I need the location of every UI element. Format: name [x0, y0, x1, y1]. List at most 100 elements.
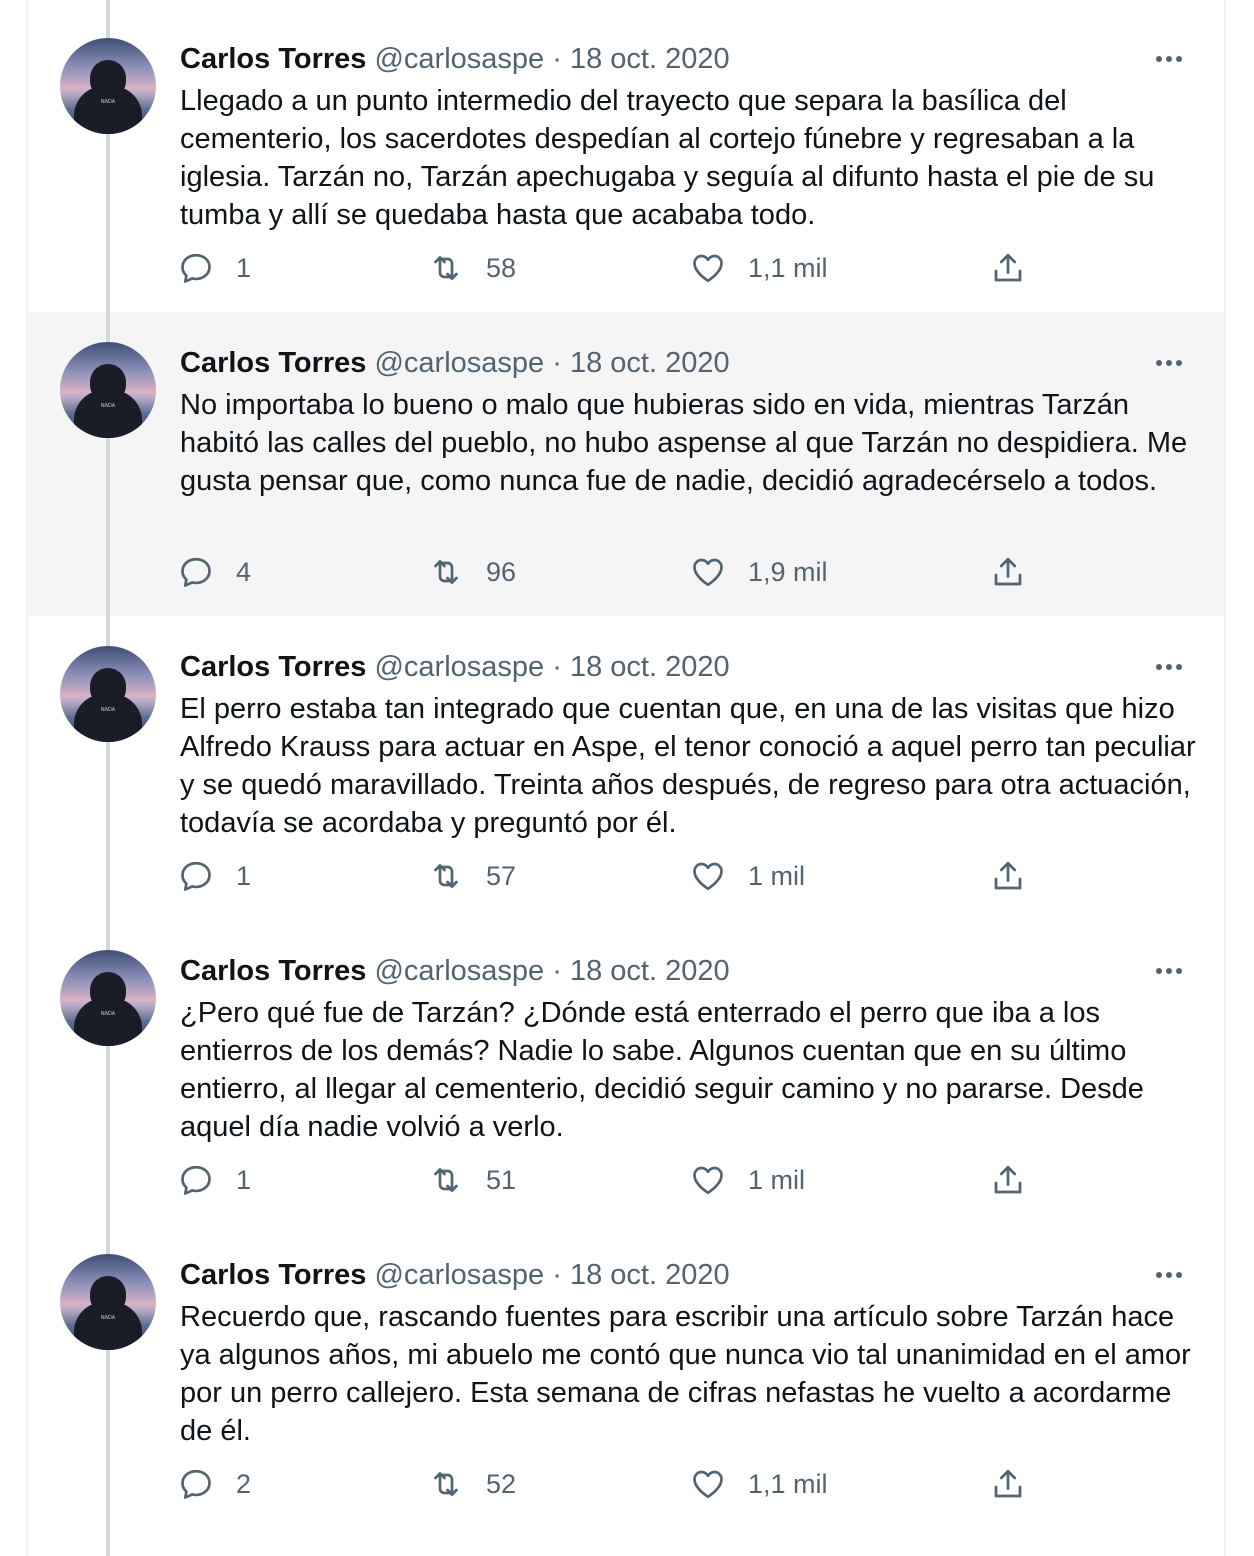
share-button[interactable] — [990, 552, 1026, 592]
reply-count: 2 — [236, 1468, 252, 1499]
thread-connector — [106, 134, 110, 342]
reply-icon — [181, 253, 211, 283]
like-count: 1 mil — [748, 1164, 806, 1195]
author-name[interactable]: Carlos Torres — [180, 955, 366, 987]
retweet-icon — [434, 1168, 458, 1192]
avatar[interactable]: NADA — [60, 342, 156, 438]
heart-icon — [693, 862, 723, 891]
thread-connector — [106, 438, 110, 646]
share-button[interactable] — [990, 1160, 1026, 1200]
thread-connector — [106, 1350, 110, 1556]
avatar[interactable]: NADA — [60, 950, 156, 1046]
retweet-button[interactable]: 52 — [428, 1464, 516, 1504]
tweet-date[interactable]: 18 oct. 2020 — [570, 1259, 730, 1291]
tweet-header: Carlos Torres @carlosaspe · 18 oct. 2020 — [180, 648, 730, 686]
thread-connector — [106, 1046, 110, 1254]
share-button[interactable] — [990, 248, 1026, 288]
timeline-border-right — [1224, 0, 1226, 1556]
author-name[interactable]: Carlos Torres — [180, 651, 366, 683]
avatar[interactable]: NADA — [60, 646, 156, 742]
share-icon — [994, 253, 1022, 282]
retweet-button[interactable]: 57 — [428, 856, 516, 896]
more-icon[interactable] — [1152, 346, 1186, 380]
like-count: 1,9 mil — [748, 556, 828, 587]
like-button[interactable]: 1,1 mil — [690, 248, 828, 288]
tweet[interactable]: NADA Carlos Torres @carlosaspe · 18 oct.… — [28, 1224, 1224, 1528]
more-icon[interactable] — [1152, 650, 1186, 684]
tweet-header: Carlos Torres @carlosaspe · 18 oct. 2020 — [180, 40, 730, 78]
heart-icon — [693, 558, 723, 587]
reply-button[interactable]: 4 — [178, 552, 251, 592]
like-button[interactable]: 1,1 mil — [690, 1464, 828, 1504]
heart-icon — [693, 254, 723, 283]
tweet-date[interactable]: 18 oct. 2020 — [570, 347, 730, 379]
thread-connector — [106, 742, 110, 950]
separator: · — [552, 1259, 562, 1291]
like-count: 1,1 mil — [748, 1468, 828, 1499]
retweet-icon — [434, 1472, 458, 1496]
share-icon — [994, 557, 1022, 586]
share-icon — [994, 861, 1022, 890]
tweet-text: ¿Pero qué fue de Tarzán? ¿Dónde está ent… — [180, 997, 1144, 1143]
tweet-text: Llegado a un punto intermedio del trayec… — [180, 85, 1155, 231]
like-button[interactable]: 1,9 mil — [690, 552, 828, 592]
more-icon[interactable] — [1152, 42, 1186, 76]
like-count: 1,1 mil — [748, 252, 828, 283]
more-icon[interactable] — [1152, 1258, 1186, 1292]
retweet-count: 52 — [486, 1468, 517, 1499]
share-button[interactable] — [990, 856, 1026, 896]
tweet[interactable]: NADA Carlos Torres @carlosaspe · 18 oct.… — [28, 920, 1224, 1224]
share-button[interactable] — [990, 1464, 1026, 1504]
reply-icon — [181, 557, 211, 587]
tweet-actions: 2 52 1,1 mil — [178, 1464, 1178, 1504]
separator: · — [552, 43, 562, 75]
separator: · — [552, 955, 562, 987]
author-handle[interactable]: @carlosaspe — [374, 347, 544, 379]
reply-button[interactable]: 1 — [178, 1160, 251, 1200]
tweet-text: Recuerdo que, rascando fuentes para escr… — [180, 1301, 1191, 1447]
reply-button[interactable]: 2 — [178, 1464, 251, 1504]
heart-icon — [693, 1470, 723, 1499]
author-handle[interactable]: @carlosaspe — [374, 1259, 544, 1291]
tweet-text: No importaba lo bueno o malo que hubiera… — [180, 389, 1188, 497]
like-count: 1 mil — [748, 860, 806, 891]
like-button[interactable]: 1 mil — [690, 1160, 805, 1200]
reply-count: 1 — [236, 252, 252, 283]
tweet[interactable]: NADA Carlos Torres @carlosaspe · 18 oct.… — [28, 8, 1224, 312]
author-handle[interactable]: @carlosaspe — [374, 651, 544, 683]
author-handle[interactable]: @carlosaspe — [374, 43, 544, 75]
like-button[interactable]: 1 mil — [690, 856, 805, 896]
tweet-date[interactable]: 18 oct. 2020 — [570, 955, 730, 987]
retweet-count: 96 — [486, 556, 517, 587]
author-name[interactable]: Carlos Torres — [180, 347, 366, 379]
tweet-header: Carlos Torres @carlosaspe · 18 oct. 2020 — [180, 344, 730, 382]
tweet-header: Carlos Torres @carlosaspe · 18 oct. 2020 — [180, 952, 730, 990]
share-icon — [994, 1469, 1022, 1498]
tweet-header: Carlos Torres @carlosaspe · 18 oct. 2020 — [180, 1256, 730, 1294]
retweet-count: 57 — [486, 860, 517, 891]
tweet-actions: 4 96 1,9 mil — [178, 552, 1178, 592]
tweet[interactable]: NADA Carlos Torres @carlosaspe · 18 oct.… — [28, 616, 1224, 920]
author-name[interactable]: Carlos Torres — [180, 43, 366, 75]
separator: · — [552, 347, 562, 379]
reply-button[interactable]: 1 — [178, 248, 251, 288]
tweet-text: El perro estaba tan integrado que cuenta… — [180, 693, 1196, 839]
retweet-button[interactable]: 58 — [428, 248, 516, 288]
tweet-date[interactable]: 18 oct. 2020 — [570, 43, 730, 75]
retweet-button[interactable]: 51 — [428, 1160, 516, 1200]
avatar[interactable]: NADA — [60, 1254, 156, 1350]
retweet-icon — [434, 256, 458, 280]
author-handle[interactable]: @carlosaspe — [374, 955, 544, 987]
more-icon[interactable] — [1152, 954, 1186, 988]
tweet-date[interactable]: 18 oct. 2020 — [570, 651, 730, 683]
tweet-actions: 1 58 1,1 mil — [178, 248, 1178, 288]
author-name[interactable]: Carlos Torres — [180, 1259, 366, 1291]
tweet[interactable]: NADA Carlos Torres @carlosaspe · 18 oct.… — [28, 312, 1224, 616]
tweet-actions: 1 57 1 mil — [178, 856, 1178, 896]
share-icon — [994, 1165, 1022, 1194]
retweet-button[interactable]: 96 — [428, 552, 516, 592]
thread-timeline: NADA Carlos Torres @carlosaspe · 18 oct.… — [0, 0, 1254, 1556]
avatar[interactable]: NADA — [60, 38, 156, 134]
reply-button[interactable]: 1 — [178, 856, 251, 896]
retweet-icon — [434, 864, 458, 888]
